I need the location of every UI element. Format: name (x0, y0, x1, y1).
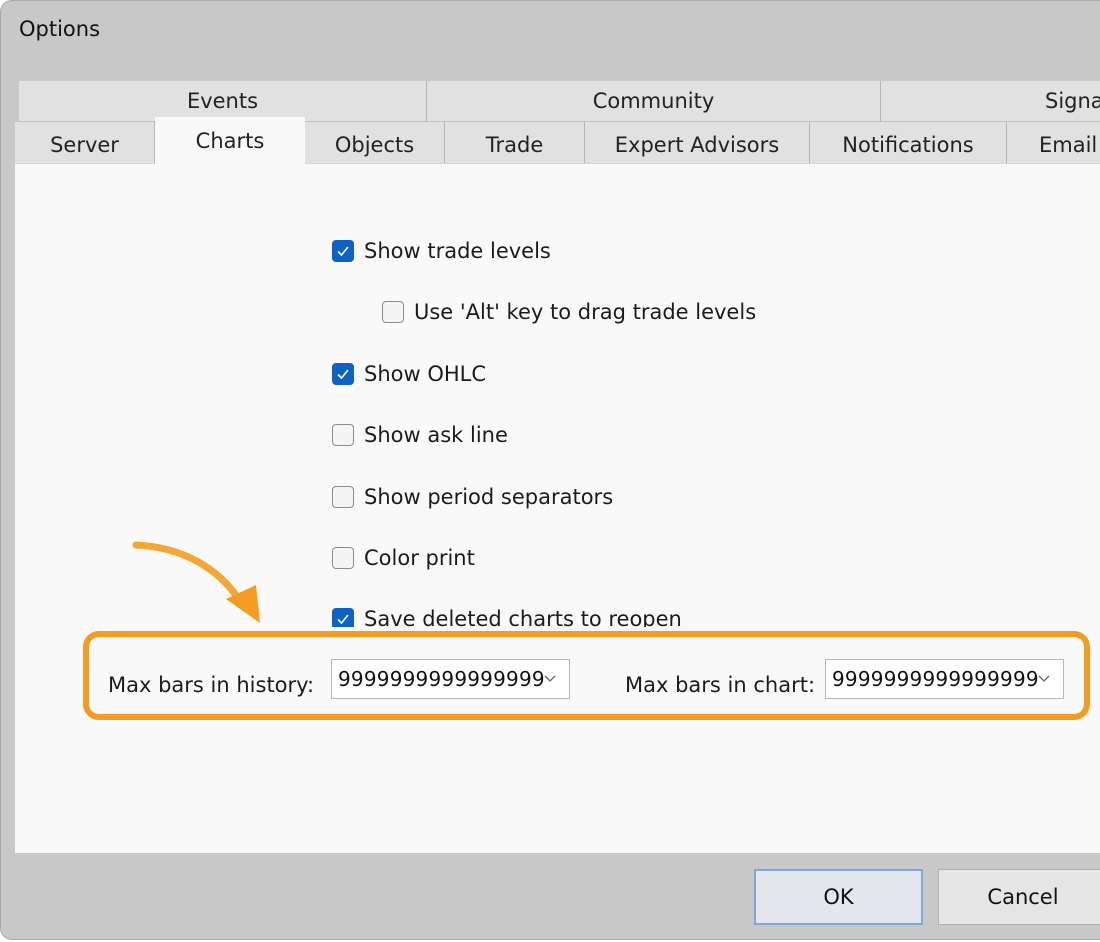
option-label: Use 'Alt' key to drag trade levels (414, 300, 757, 324)
option-label: Color print (364, 546, 475, 570)
option-color-print[interactable]: Color print (332, 546, 475, 570)
checkbox[interactable] (332, 486, 354, 508)
tab-label: Community (592, 89, 715, 113)
tab-community[interactable]: Community (427, 81, 881, 122)
select-value: 9999999999999999 (338, 667, 545, 691)
tab-label: Objects (334, 132, 415, 157)
tab-label: Server (50, 132, 119, 157)
tab-label: Notifications (842, 132, 974, 157)
checkbox[interactable] (382, 301, 404, 323)
tab-label: Events (186, 89, 259, 113)
tab-label: Signa (1045, 89, 1100, 113)
chevron-down-icon (1038, 675, 1050, 682)
select-value: 9999999999999999 (832, 667, 1039, 691)
options-dialog: Options Events Community Signa Server Ch… (0, 0, 1100, 940)
tab-label: Expert Advisors (614, 132, 780, 157)
button-label: Cancel (987, 885, 1059, 909)
option-period-separators[interactable]: Show period separators (332, 485, 613, 509)
tab-notifications[interactable]: Notifications (810, 122, 1007, 163)
max-bars-chart-select[interactable]: 9999999999999999 (825, 659, 1064, 699)
max-bars-history-label: Max bars in history: (108, 673, 315, 697)
button-label: OK (823, 885, 854, 909)
checkbox[interactable] (332, 363, 354, 385)
option-label: Show ask line (364, 423, 508, 447)
tab-email[interactable]: Email (1007, 122, 1100, 163)
checkmark-icon (337, 246, 349, 257)
tab-trade[interactable]: Trade (445, 122, 585, 163)
tab-signals[interactable]: Signa (881, 81, 1100, 122)
option-label: Show trade levels (364, 239, 551, 263)
tab-expert-advisors[interactable]: Expert Advisors (585, 122, 810, 163)
checkbox[interactable] (332, 240, 354, 262)
tab-label: Charts (195, 129, 265, 153)
checkbox[interactable] (332, 424, 354, 446)
tab-events[interactable]: Events (19, 81, 427, 122)
option-show-ask-line[interactable]: Show ask line (332, 423, 508, 447)
checkmark-icon (337, 369, 349, 380)
chevron-down-icon (544, 675, 556, 682)
tab-label: Email (1039, 132, 1098, 157)
tab-server[interactable]: Server (15, 122, 155, 163)
tab-objects[interactable]: Objects (305, 122, 445, 163)
option-label: Show period separators (364, 485, 614, 509)
max-bars-chart-label: Max bars in chart: (625, 673, 816, 697)
cancel-button[interactable]: Cancel (938, 869, 1100, 925)
curved-arrow-icon (132, 541, 260, 623)
option-alt-key-drag[interactable]: Use 'Alt' key to drag trade levels (382, 300, 756, 324)
tab-label: Trade (485, 132, 544, 157)
max-bars-history-select[interactable]: 9999999999999999 (331, 659, 570, 699)
checkbox[interactable] (332, 547, 354, 569)
window-title: Options (19, 17, 101, 41)
ok-button[interactable]: OK (754, 869, 923, 925)
option-label: Show OHLC (364, 362, 487, 386)
checkmark-icon (337, 614, 349, 625)
option-show-ohlc[interactable]: Show OHLC (332, 362, 486, 386)
button-bar (1, 853, 1100, 939)
tab-charts[interactable]: Charts (155, 117, 305, 165)
option-show-trade-levels[interactable]: Show trade levels (332, 239, 551, 263)
